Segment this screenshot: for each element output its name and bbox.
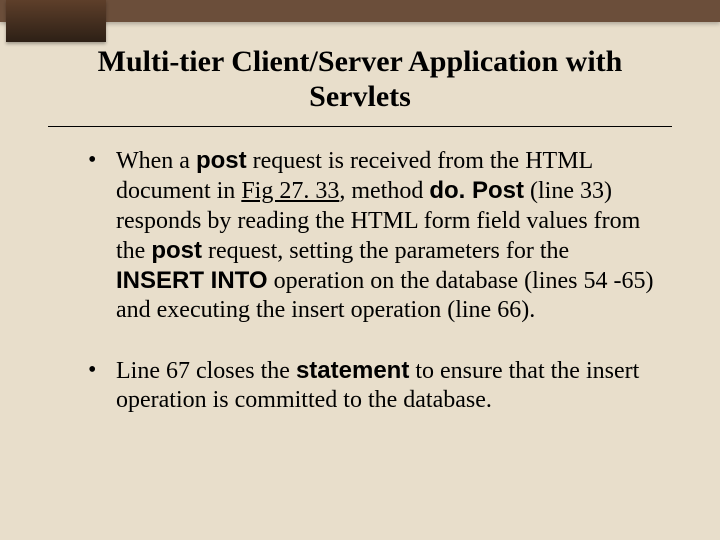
text: request, setting the parameters for the <box>202 238 569 264</box>
bold-post2: post <box>151 237 202 264</box>
slide: Multi-tier Client/Server Application wit… <box>0 0 720 540</box>
title-underline <box>48 126 672 127</box>
bullet-1: When a post request is received from the… <box>88 146 660 326</box>
slide-body: When a post request is received from the… <box>88 146 660 445</box>
text: , method <box>339 178 429 204</box>
text: When a <box>116 148 196 174</box>
slide-title: Multi-tier Client/Server Application wit… <box>0 44 720 115</box>
top-bar <box>0 0 720 22</box>
corner-tab <box>6 0 106 42</box>
text: Line 67 closes the <box>116 358 296 384</box>
bullet-2: Line 67 closes the statement to ensure t… <box>88 356 660 416</box>
bold-insert: INSERT INTO <box>116 267 268 294</box>
bold-dopost: do. Post <box>429 177 524 204</box>
fig-link[interactable]: Fig 27. 33 <box>241 178 339 204</box>
bold-statement: statement <box>296 357 409 384</box>
bold-post: post <box>196 147 247 174</box>
